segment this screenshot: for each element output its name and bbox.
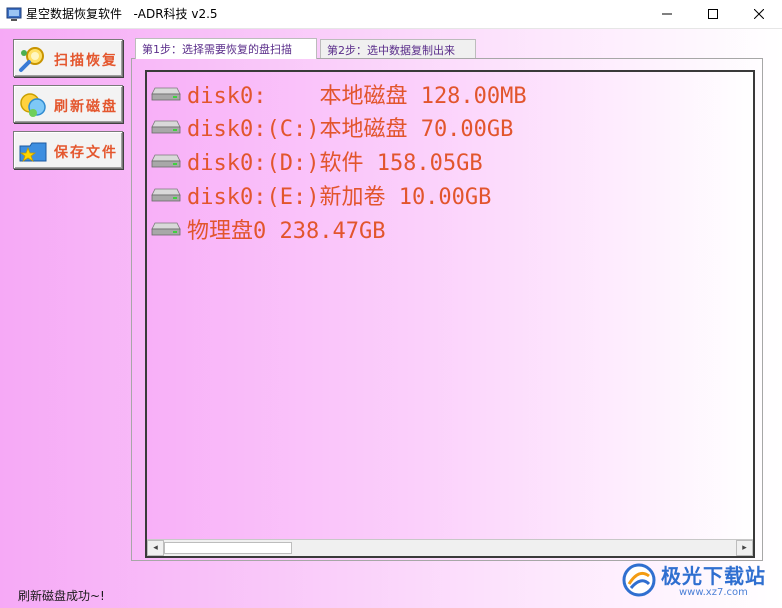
maximize-icon [708,9,718,19]
minimize-button[interactable] [644,0,690,28]
watermark: 极光下载站 www.xz7.com [621,560,776,602]
disk-drive-icon [151,222,181,236]
refresh-disk-button[interactable]: 刷新磁盘 [13,85,123,123]
minimize-icon [662,13,672,15]
disk-list-item[interactable]: disk0: 本地磁盘 128.00MB [151,77,731,109]
disk-list-item-label: 物理盘0 238.47GB [187,219,386,244]
disk-drive-icon [151,120,181,134]
maximize-button[interactable] [690,0,736,28]
scroll-right-button[interactable]: ▸ [736,540,753,556]
watermark-url: www.xz7.com [679,587,748,598]
title-bar: 星空数据恢复软件 -ADR科技 v2.5 [0,0,782,29]
disk-list-item[interactable]: disk0:(D:)软件 158.05GB [151,144,731,176]
scroll-left-button[interactable]: ◂ [147,540,164,556]
disk-drive-icon [151,154,181,168]
disk-list-item[interactable]: disk0:(E:)新加卷 10.00GB [151,178,731,210]
magnifier-icon [19,47,44,72]
disk-list[interactable]: disk0: 本地磁盘 128.00MB disk0:(C:)本地磁盘 70.0… [145,70,755,558]
watermark-logo-icon [622,563,656,597]
horizontal-scrollbar[interactable]: ◂ ▸ [147,539,753,556]
close-button[interactable] [736,0,782,28]
scan-recover-label: 扫描恢复 [54,53,118,69]
save-file-label: 保存文件 [54,145,118,161]
scroll-left-icon: ◂ [153,542,158,553]
disk-drive-icon [151,87,181,101]
scan-recover-button[interactable]: 扫描恢复 [13,39,123,77]
disk-list-item-label: disk0:(C:)本地磁盘 70.00GB [187,117,514,142]
close-icon [754,9,764,19]
window-title: 星空数据恢复软件 -ADR科技 v2.5 [26,7,218,21]
disk-list-item-label: disk0:(E:)新加卷 10.00GB [187,185,492,210]
disk-list-item-label: disk0: 本地磁盘 128.00MB [187,84,527,109]
disk-list-item-label: disk0:(D:)软件 158.05GB [187,151,483,176]
status-text: 刷新磁盘成功~! [18,589,105,603]
tab-step1[interactable]: 第1步：选择需要恢复的盘扫描 [135,38,317,59]
refresh-disk-label: 刷新磁盘 [54,99,118,115]
scroll-right-icon: ▸ [742,542,747,553]
disk-list-item[interactable]: disk0:(C:)本地磁盘 70.00GB [151,110,731,142]
save-file-button[interactable]: 保存文件 [13,131,123,169]
app-icon [6,7,22,21]
watermark-brand: 极光下载站 [661,564,766,588]
refresh-disk-icon [20,93,46,117]
disk-drive-icon [151,188,181,202]
save-folder-icon [19,142,47,162]
disk-list-item[interactable]: 物理盘0 238.47GB [151,212,731,244]
scrollbar-thumb[interactable] [164,542,292,554]
tab-step2[interactable]: 第2步：选中数据复制出来 [320,39,476,58]
